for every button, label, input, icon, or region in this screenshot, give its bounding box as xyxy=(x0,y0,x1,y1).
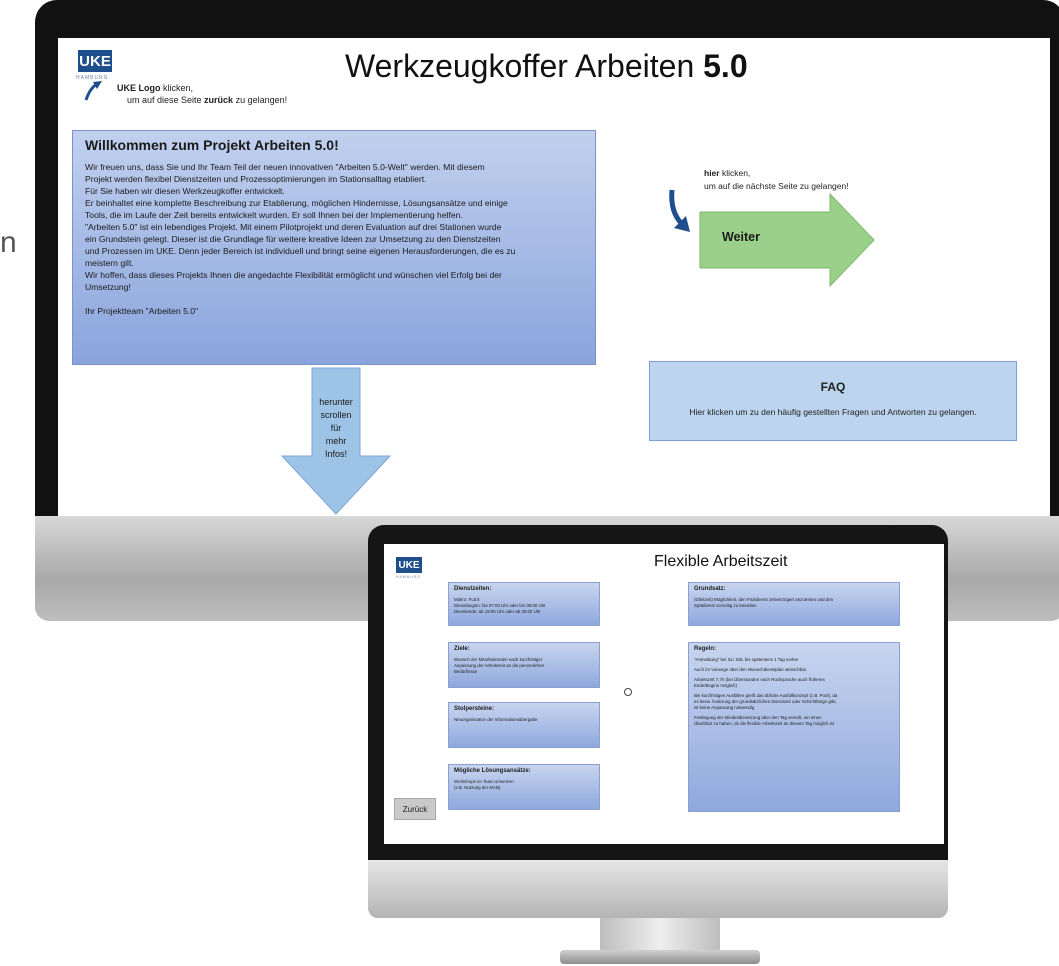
second-page-screen: UKE HAMBURG Flexible Arbeitszeit Dienstz… xyxy=(384,544,944,844)
card-ziele: Ziele: Wunsch der Mitarbeitenden nach ku… xyxy=(448,642,600,688)
welcome-text-line: Umsetzung! xyxy=(85,282,131,292)
welcome-heading: Willkommen zum Projekt Arbeiten 5.0! xyxy=(85,137,339,153)
curved-arrow-up-icon xyxy=(84,81,102,101)
page-title: Werkzeugkoffer Arbeiten 5.0 xyxy=(345,48,748,84)
logo-hint-line2: um auf diese Seite zurück zu gelangen! xyxy=(127,95,288,105)
card-grundsatz: Grundsatz: (Gleitzeit) Möglichkeit, den … xyxy=(688,582,900,626)
welcome-text-line: Für Sie haben wir diesen Werkzeugkoffer … xyxy=(85,186,285,196)
next-hint-line2: um auf die nächste Seite zu gelangen! xyxy=(704,181,849,191)
welcome-text-line: und Prozessen im UKE. Denn jeder Bereich… xyxy=(85,246,516,256)
front-monitor-base xyxy=(560,950,760,964)
card-regeln: Regeln: "Anmeldung" bei SL/ SSL bis spät… xyxy=(688,642,900,812)
uke-logo[interactable]: UKE xyxy=(78,50,112,72)
logo-hint-line1: UKE Logo klicken, xyxy=(117,83,194,93)
uke-logo-subtitle: HAMBURG xyxy=(396,575,421,579)
uke-logo[interactable]: UKE xyxy=(396,557,422,573)
welcome-signature: Ihr Projektteam "Arbeiten 5.0" xyxy=(85,306,199,316)
scroll-hint: herunter scrollen für mehr Infos! xyxy=(319,397,353,459)
faq-text: Hier klicken um zu den häufig gestellten… xyxy=(689,407,977,417)
welcome-text-line: Projekt werden flexibel Dienstzeiten und… xyxy=(85,174,427,184)
cropped-text: n xyxy=(0,226,17,259)
mouse-cursor-icon xyxy=(624,688,632,696)
front-monitor-chin xyxy=(368,860,948,918)
next-button-label[interactable]: Weiter xyxy=(722,230,760,244)
welcome-text-line: "Arbeiten 5.0" ist ein lebendiges Projek… xyxy=(85,222,502,232)
welcome-text-line: Wir hoffen, dass dieses Projekts Ihnen d… xyxy=(85,270,502,280)
welcome-text-line: Er beinhaltet eine komplette Beschreibun… xyxy=(85,198,508,208)
faq-box[interactable]: FAQ Hier klicken um zu den häufig gestel… xyxy=(649,361,1017,441)
curved-arrow-down-icon xyxy=(669,189,690,232)
welcome-text-line: ein Grundstein gelegt. Dieser ist die Gr… xyxy=(85,234,501,244)
welcome-text-line: meistern gilt. xyxy=(85,258,134,268)
faq-title: FAQ xyxy=(820,380,846,394)
welcome-box: Willkommen zum Projekt Arbeiten 5.0! Wir… xyxy=(72,130,596,365)
welcome-text-line: Wir freuen uns, dass Sie und Ihr Team Te… xyxy=(85,162,485,172)
page-title: Flexible Arbeitszeit xyxy=(654,553,788,570)
main-page-screen: UKE HAMBURG UKE Logo klicken, um auf die… xyxy=(58,38,1050,516)
welcome-text-line: Tools, die im Laufe der Zeit bereits ent… xyxy=(85,210,463,220)
back-button[interactable]: Zurück xyxy=(394,798,436,820)
next-hint-line1: hier klicken, xyxy=(704,168,751,178)
front-monitor-stand xyxy=(600,918,720,954)
card-stolpersteine: Stolpersteine: Neuorganisation der Infor… xyxy=(448,702,600,748)
card-dienstzeiten: Dienstzeiten: Makro: FLEX Dienstbeginn: … xyxy=(448,582,600,626)
card-loesungsansaetze: Mögliche Lösungsansätze: Workshops im Te… xyxy=(448,764,600,810)
